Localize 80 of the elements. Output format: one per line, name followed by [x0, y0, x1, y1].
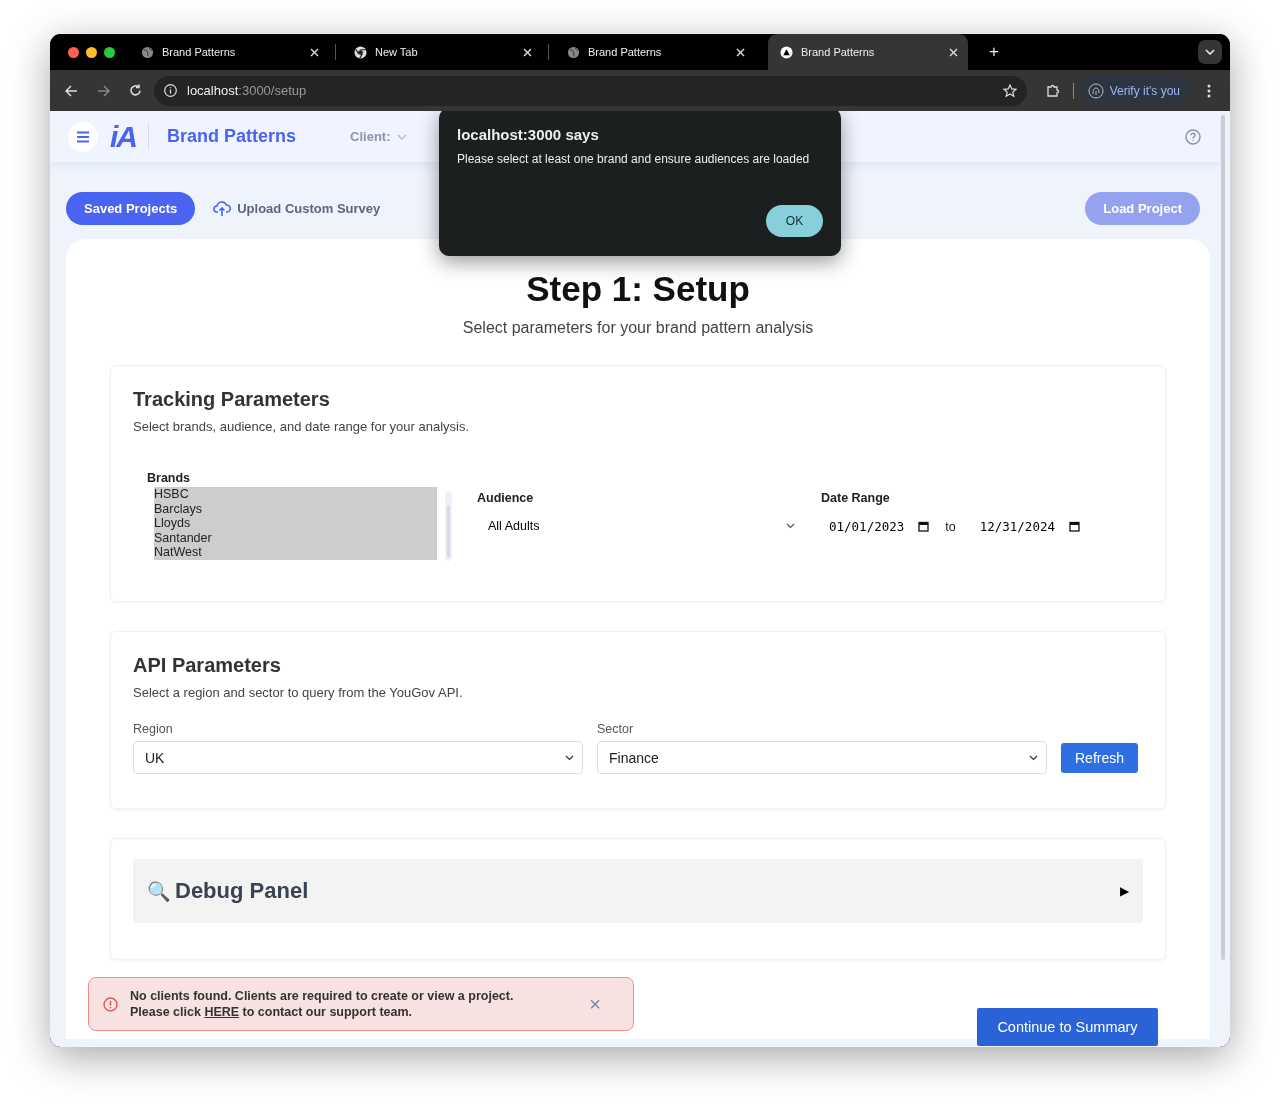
section-title: Tracking Parameters [133, 388, 331, 411]
close-icon[interactable] [736, 47, 745, 57]
field-label: Date Range [821, 491, 891, 505]
fingerprint-icon [1087, 82, 1104, 99]
panel-title: Debug Panel [175, 878, 310, 904]
url-text: localhost:3000/setup [187, 83, 308, 98]
maximize-window-button[interactable] [104, 46, 115, 58]
tab-title: Brand Patterns [162, 46, 237, 58]
scrollbar[interactable] [445, 491, 452, 561]
continue-button[interactable]: Continue to Summary [977, 1008, 1158, 1046]
ok-button[interactable]: OK [766, 205, 823, 237]
forward-icon[interactable] [96, 84, 110, 97]
chevron-down-icon [1029, 754, 1038, 761]
upload-survey-button[interactable]: Upload Custom Survey [213, 201, 381, 216]
section-description: Select a region and sector to query from the YouGov API. [133, 685, 464, 700]
field-label: Audience [477, 491, 535, 505]
field-label: Brands [147, 471, 192, 485]
globe-icon [141, 45, 154, 59]
page-title: Step 1: Setup [525, 269, 751, 309]
range-separator: to [945, 519, 956, 534]
app-title: Brand Patterns [167, 126, 297, 147]
tab-title: Brand Patterns [801, 46, 876, 58]
close-window-button[interactable] [68, 46, 79, 58]
chrome-icon [354, 45, 367, 59]
profile-button[interactable]: Verify it's you [1079, 75, 1190, 106]
info-icon[interactable] [164, 84, 177, 97]
star-icon[interactable] [1002, 83, 1017, 98]
dialog-title: localhost:3000 says [457, 126, 600, 143]
saved-projects-button[interactable]: Saved Projects [66, 192, 196, 225]
refresh-button[interactable]: Refresh [1061, 743, 1139, 773]
section-title: API Parameters [133, 654, 282, 677]
alert-message: No clients found. Clients are required to create or view a project. Please click HERE to contact our support team. [130, 988, 515, 1020]
chevron-down-icon [1205, 49, 1215, 55]
close-icon[interactable] [523, 47, 532, 57]
help-icon[interactable] [1185, 128, 1201, 145]
chevron-down-icon [565, 754, 574, 761]
browser-tab[interactable]: Brand Patterns [768, 34, 968, 70]
minimize-window-button[interactable] [86, 46, 97, 58]
field-label: Sector [597, 722, 635, 736]
debug-panel-header[interactable]: 🔍 Debug Panel ▶ [133, 859, 1143, 923]
calendar-icon [1068, 521, 1080, 532]
address-bar[interactable]: localhost:3000/setup [154, 75, 1027, 106]
menu-button[interactable] [68, 121, 98, 152]
puzzle-icon[interactable] [1046, 83, 1062, 98]
magnifier-icon: 🔍 [147, 879, 171, 903]
date-input[interactable]: 01/01/2023 [821, 519, 930, 534]
date-input[interactable]: 12/31/2024 [971, 519, 1080, 534]
browser-tab[interactable]: Brand Patterns [129, 34, 329, 70]
menu-icon [76, 130, 90, 143]
brand-option[interactable]: NatWest [154, 545, 437, 560]
page-subtitle: Select parameters for your brand pattern analysis [461, 319, 815, 337]
section-description: Select brands, audience, and date range for your analysis. [133, 419, 471, 434]
sector-dropdown[interactable]: Finance [597, 741, 1047, 774]
warning-icon [103, 996, 118, 1012]
field-label: Region [133, 722, 174, 736]
calendar-icon [918, 521, 930, 532]
browser-tab[interactable]: Brand Patterns [555, 34, 755, 70]
cloud-upload-icon [213, 201, 232, 216]
more-icon[interactable] [1207, 83, 1211, 98]
logo: iA [110, 119, 136, 154]
region-dropdown[interactable]: UK [133, 741, 583, 774]
brand-option[interactable]: HSBC [154, 487, 437, 502]
scrollbar[interactable] [1221, 115, 1225, 960]
close-icon[interactable] [949, 47, 958, 57]
globe-icon [567, 45, 580, 59]
audience-dropdown[interactable]: All Adults [477, 519, 795, 533]
tab-title: New Tab [375, 46, 419, 58]
support-link[interactable]: HERE [204, 1005, 240, 1019]
browser-tab[interactable]: New Tab [342, 34, 542, 70]
dialog-message: Please select at least one brand and ensure audiences are loaded [457, 152, 811, 166]
close-icon[interactable] [310, 47, 319, 57]
reload-icon[interactable] [128, 84, 142, 97]
tab-search-button[interactable] [1198, 40, 1222, 64]
brand-option[interactable]: Lloyds [154, 516, 437, 531]
expand-toggle[interactable]: ▶ [1120, 884, 1129, 898]
chevron-down-icon [396, 133, 407, 140]
chevron-down-icon [786, 523, 795, 529]
new-tab-button[interactable]: + [981, 42, 1007, 62]
tab-title: Brand Patterns [588, 46, 663, 58]
back-icon[interactable] [64, 84, 78, 97]
